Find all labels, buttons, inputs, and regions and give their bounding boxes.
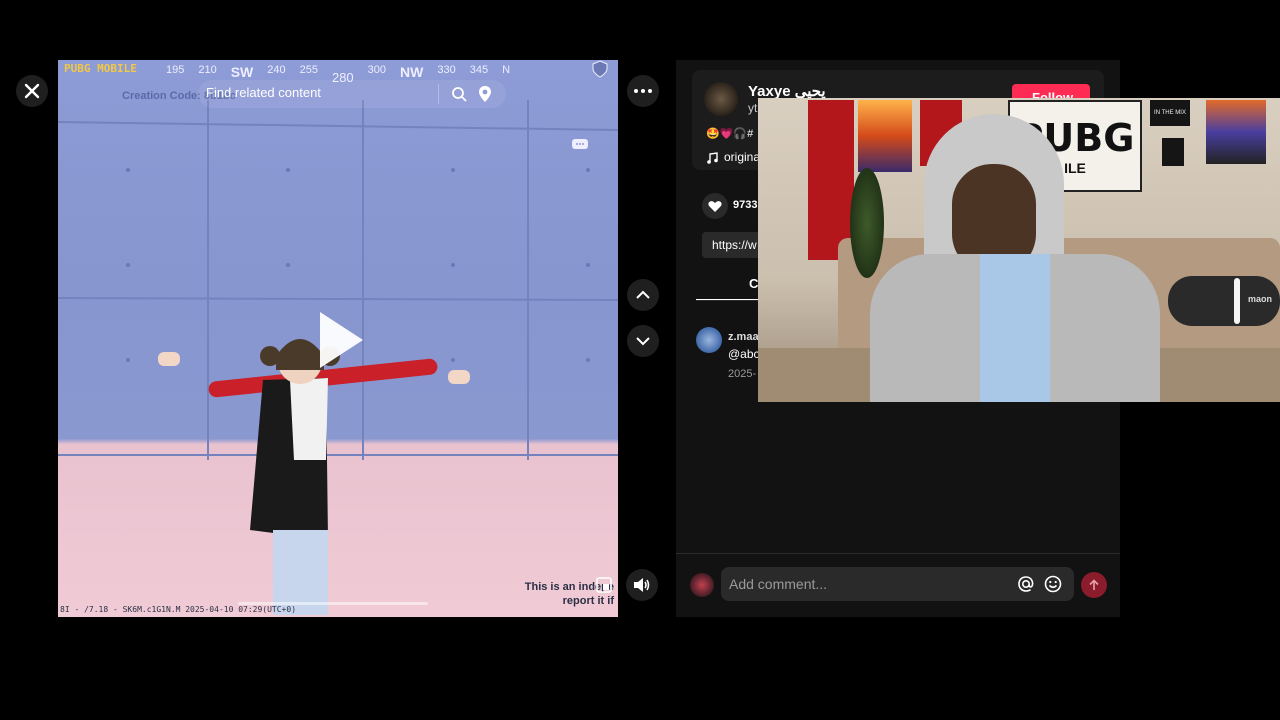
notice-line: report it if <box>562 595 614 607</box>
tree-art <box>1206 100 1266 164</box>
game-character <box>158 339 470 615</box>
chevron-down-icon <box>636 337 650 346</box>
emoji-icon[interactable] <box>1044 575 1062 593</box>
compass-mark: 195 <box>165 64 185 76</box>
search-icon[interactable] <box>451 86 467 102</box>
send-button[interactable] <box>1081 572 1107 598</box>
close-button[interactable] <box>16 75 48 107</box>
related-search-bar[interactable]: Find related content <box>198 80 506 108</box>
my-avatar <box>690 573 714 597</box>
close-icon <box>24 83 40 99</box>
wall-texture <box>58 100 618 615</box>
at-icon[interactable] <box>1017 575 1035 593</box>
compass-mark: N <box>502 64 511 76</box>
small-frame <box>1162 138 1184 166</box>
shield-icon <box>592 60 608 78</box>
volume-button[interactable] <box>626 569 658 601</box>
like-count: 9733 <box>733 199 758 211</box>
streamer <box>870 114 1160 402</box>
sound-label[interactable]: origina <box>724 150 760 164</box>
author-avatar[interactable] <box>704 82 738 116</box>
send-icon <box>1089 579 1099 590</box>
hud-footer-watermark: 8I - /7.18 - SK6M.c1G1N.M 2025-04-10 07:… <box>60 605 297 614</box>
more-options-button[interactable] <box>627 75 659 107</box>
webcam-overlay: PUBG ILE IN THE MIX maon <box>758 98 1280 402</box>
comment-date: 2025- <box>728 368 757 380</box>
mic-light <box>1234 278 1240 324</box>
next-video-button[interactable] <box>627 325 659 357</box>
comment-text: @abc <box>728 347 760 361</box>
search-divider <box>438 84 439 104</box>
microphone: maon <box>1168 276 1280 326</box>
commenter-avatar[interactable] <box>696 327 722 353</box>
volume-icon <box>634 578 650 592</box>
chat-bubble-icon <box>572 139 588 149</box>
related-search-placeholder: Find related content <box>206 85 321 100</box>
heart-icon <box>708 200 722 212</box>
like-button[interactable] <box>702 193 728 219</box>
composer-divider <box>676 553 1120 554</box>
caption-emojis: 🤩💗🎧# <box>706 128 754 140</box>
shirt <box>980 254 1050 402</box>
video-player[interactable]: PUBG MOBILE 195 210 SW 240 255 280 300 N… <box>58 60 618 617</box>
commenter-name[interactable]: z.maa <box>728 331 759 343</box>
previous-video-button[interactable] <box>627 279 659 311</box>
post-link: https://w <box>712 238 757 252</box>
chevron-up-icon <box>636 290 650 299</box>
author-handle: yt <box>748 101 758 115</box>
more-icon <box>634 89 652 93</box>
location-icon[interactable] <box>478 85 492 103</box>
music-note-icon <box>707 152 718 164</box>
floating-player-icon[interactable] <box>596 577 612 593</box>
mic-brand: maon <box>1248 294 1273 304</box>
play-icon <box>320 312 363 368</box>
wall-banner <box>808 100 854 260</box>
tab-comments[interactable]: C <box>749 276 758 291</box>
comment-input[interactable]: Add comment... <box>721 567 1074 601</box>
comment-placeholder: Add comment... <box>729 576 828 592</box>
